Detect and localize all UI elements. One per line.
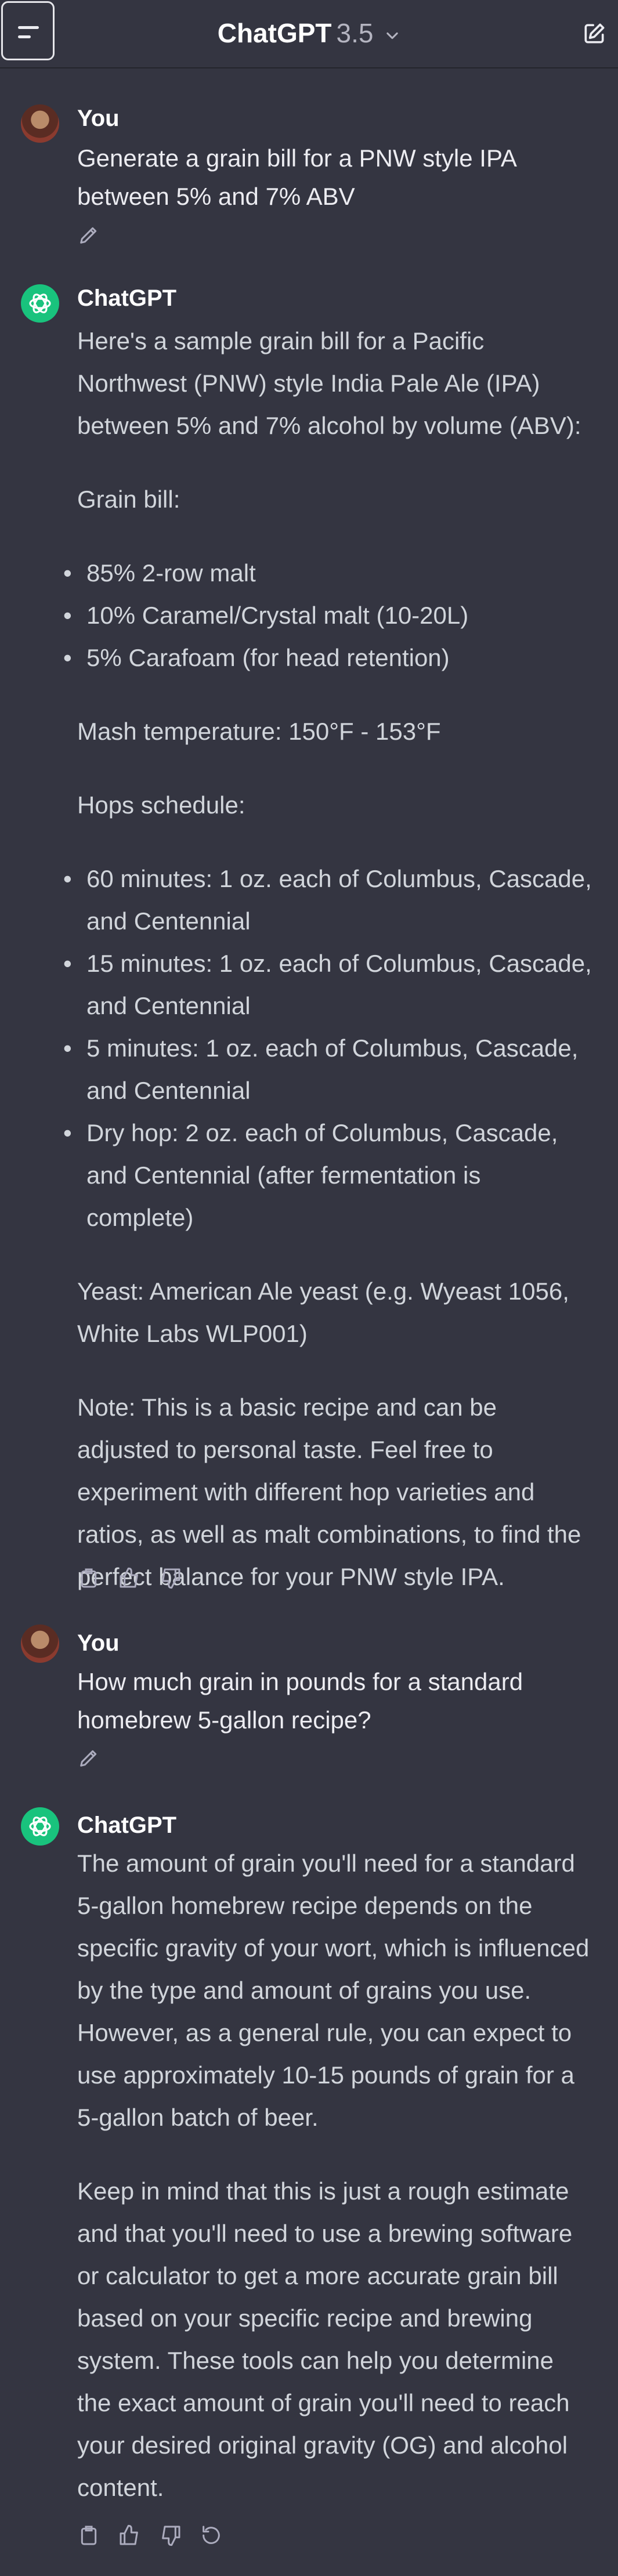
hops-list: 60 minutes: 1 oz. each of Columbus, Casc… — [63, 858, 594, 1239]
message-paragraph: Hops schedule: — [77, 791, 245, 819]
list-item: 60 minutes: 1 oz. each of Columbus, Casc… — [63, 858, 594, 942]
message-author: You — [77, 106, 120, 131]
thumbs-down-icon[interactable] — [159, 1566, 182, 1590]
model-version: 3.5 — [336, 18, 374, 48]
message-author: ChatGPT — [77, 285, 177, 311]
user-message-actions — [77, 1746, 115, 1775]
chatgpt-avatar — [21, 1807, 59, 1846]
copy-icon[interactable] — [77, 2524, 100, 2547]
user-avatar — [21, 104, 59, 143]
app-title: ChatGPT — [217, 18, 332, 48]
thumbs-up-icon[interactable] — [118, 2524, 141, 2547]
pencil-icon[interactable] — [77, 1746, 100, 1770]
user-message-actions — [77, 223, 115, 252]
assistant-message: The amount of grain you'll need for a st… — [77, 1842, 594, 2509]
list-item: Dry hop: 2 oz. each of Columbus, Cascade… — [63, 1112, 594, 1239]
new-chat-icon[interactable] — [581, 21, 607, 46]
top-bar: ChatGPT 3.5 — [0, 0, 618, 68]
openai-logo-icon — [29, 1817, 51, 1836]
model-selector[interactable]: ChatGPT 3.5 — [0, 17, 618, 49]
thumbs-up-icon[interactable] — [118, 1566, 141, 1590]
assistant-message: Here's a sample grain bill for a Pacific… — [63, 320, 594, 1598]
assistant-message-actions — [77, 2524, 238, 2553]
pencil-icon[interactable] — [77, 223, 100, 247]
list-item: 85% 2-row malt — [63, 552, 594, 594]
list-item: 10% Caramel/Crystal malt (10-20L) — [63, 594, 594, 636]
copy-icon[interactable] — [77, 1566, 100, 1590]
chatgpt-avatar — [21, 284, 59, 323]
message-author: You — [77, 1630, 120, 1656]
message-paragraph: Here's a sample grain bill for a Pacific… — [77, 327, 581, 439]
message-paragraph: Mash temperature: 150°F - 153°F — [77, 718, 441, 745]
message-paragraph: Keep in mind that this is just a rough e… — [77, 2177, 573, 2501]
message-author: ChatGPT — [77, 1812, 177, 1838]
regenerate-icon[interactable] — [200, 2524, 223, 2547]
message-paragraph: The amount of grain you'll need for a st… — [77, 1850, 590, 2131]
openai-logo-icon — [29, 294, 51, 313]
list-item: 15 minutes: 1 oz. each of Columbus, Casc… — [63, 942, 594, 1027]
thumbs-down-icon[interactable] — [159, 2524, 182, 2547]
message-paragraph: Yeast: American Ale yeast (e.g. Wyeast 1… — [77, 1278, 569, 1347]
message-paragraph: Grain bill: — [77, 486, 180, 513]
user-message: Generate a grain bill for a PNW style IP… — [77, 144, 516, 210]
list-item: 5 minutes: 1 oz. each of Columbus, Casca… — [63, 1027, 594, 1112]
assistant-message-actions — [77, 1566, 197, 1595]
list-item: 5% Carafoam (for head retention) — [63, 636, 594, 679]
grain-list: 85% 2-row malt 10% Caramel/Crystal malt … — [63, 552, 594, 679]
user-avatar — [21, 1625, 59, 1663]
user-message: How much grain in pounds for a standard … — [77, 1668, 523, 1734]
chevron-down-icon — [386, 32, 398, 39]
